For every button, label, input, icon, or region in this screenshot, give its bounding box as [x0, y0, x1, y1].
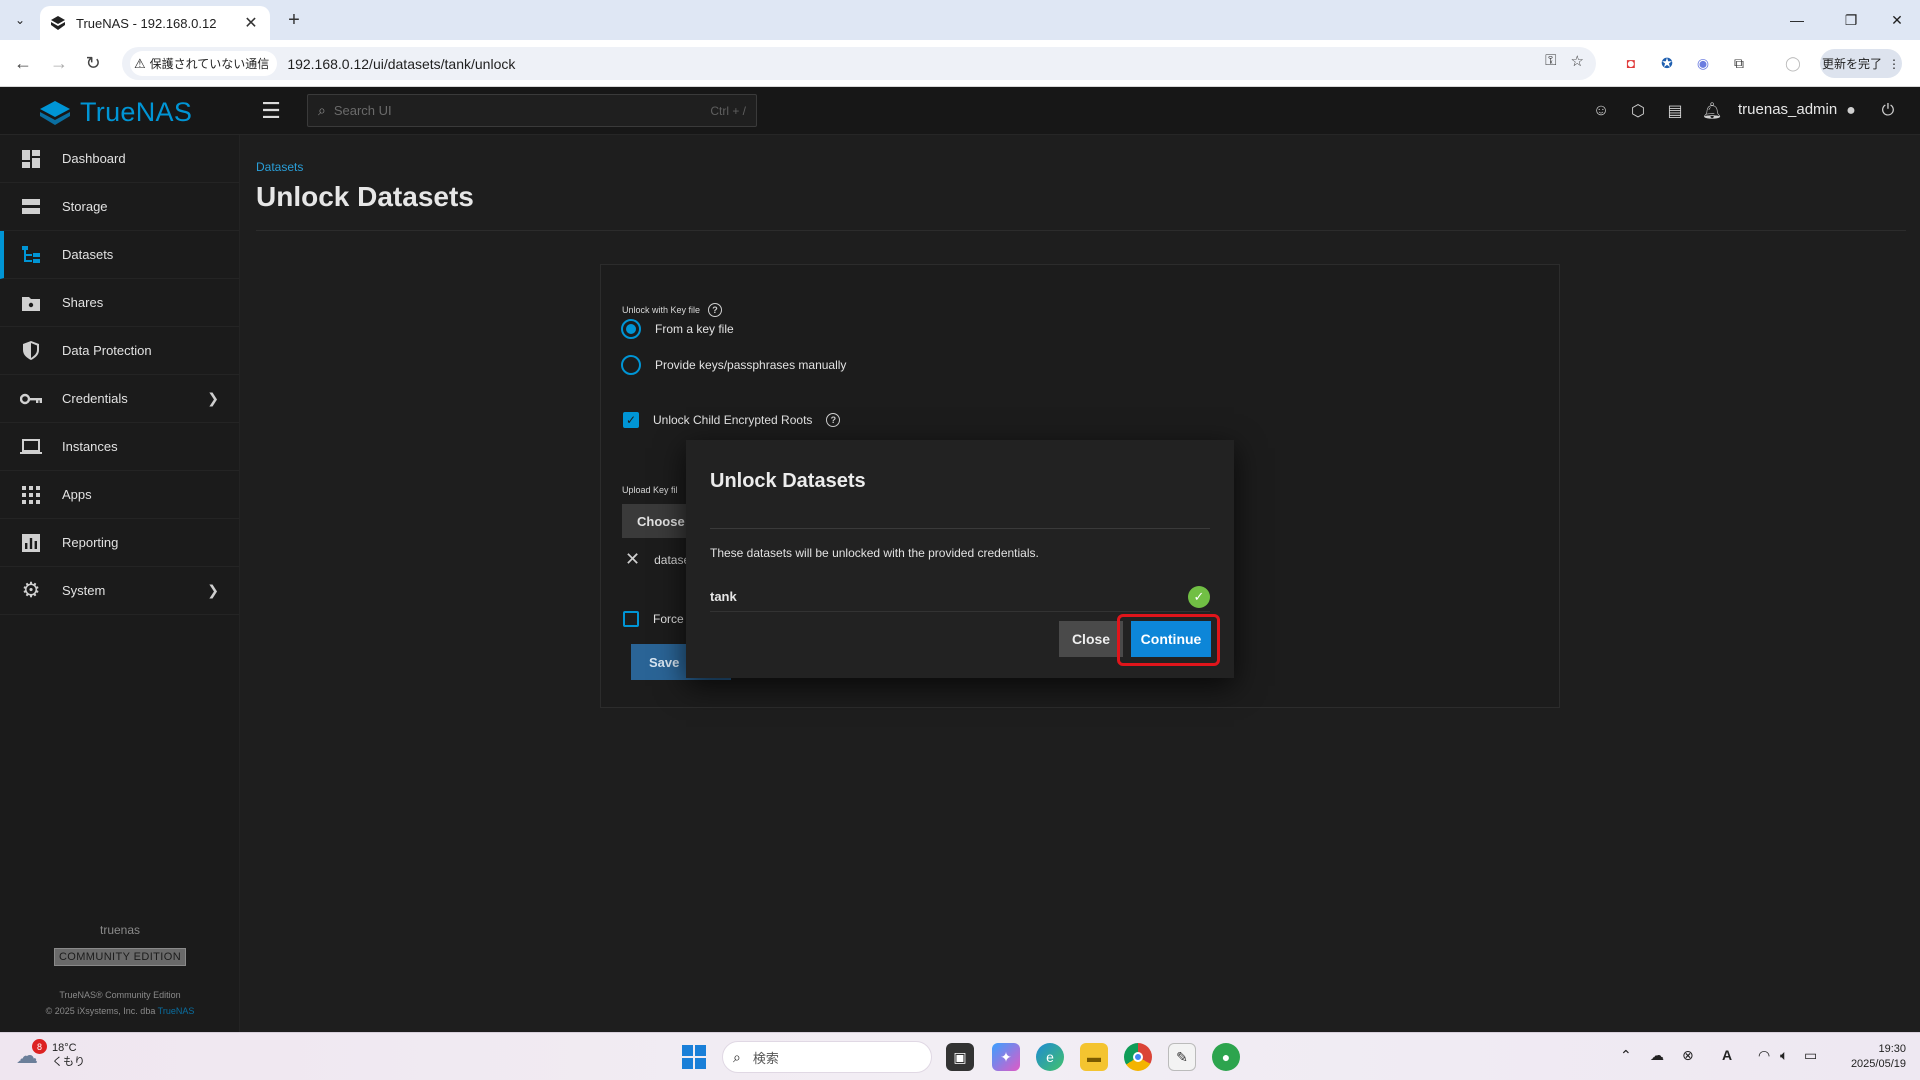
search-icon: ⌕ [733, 1048, 741, 1065]
weather-badge: 8 [32, 1039, 47, 1054]
volume-icon[interactable]: 🔈︎ [1780, 1047, 1788, 1064]
clock-time: 19:30 [1878, 1043, 1906, 1055]
battery-icon[interactable]: ▭ [1804, 1047, 1817, 1064]
dialog-divider [710, 528, 1210, 529]
task-view-icon[interactable]: ▣ [946, 1043, 974, 1071]
continue-button[interactable]: Continue [1131, 621, 1211, 657]
system-clock[interactable]: 19:30 2025/05/19 [1834, 1042, 1906, 1072]
wifi-icon[interactable]: ◠ [1758, 1047, 1770, 1064]
taskbar-search-placeholder: 検索 [752, 1050, 779, 1066]
windows-start-icon[interactable] [682, 1045, 706, 1069]
weather-temp: 18°C [52, 1042, 77, 1054]
dialog-message: These datasets will be unlocked with the… [710, 546, 1039, 560]
edge-browser-icon[interactable]: e [1036, 1043, 1064, 1071]
check-circle-icon: ✓ [1188, 585, 1210, 608]
copilot-icon[interactable]: ✦ [992, 1043, 1020, 1071]
green-app-icon[interactable]: ● [1212, 1043, 1240, 1071]
windows-taskbar: ☁ 8 18°C くもり ⌕ 検索 ▣ ✦ e ▬ ✎ ● ⌃ ☁ ⊗ A ◠ 🔈… [0, 1032, 1920, 1080]
dataset-name: tank [710, 589, 737, 604]
tray-expand-icon[interactable]: ⌃ [1620, 1047, 1632, 1064]
ime-indicator-icon[interactable]: A [1722, 1047, 1732, 1063]
weather-widget[interactable]: ☁ 8 18°C くもり [16, 1039, 85, 1069]
taskbar-search[interactable]: ⌕ 検索 [722, 1041, 932, 1073]
close-button[interactable]: Close [1059, 621, 1123, 657]
dialog-title: Unlock Datasets [710, 470, 866, 492]
cloud-icon: ☁ 8 [16, 1039, 47, 1068]
dataset-row: tank ✓ [710, 582, 1210, 612]
clock-date: 2025/05/19 [1850, 1058, 1906, 1070]
chrome-browser-icon[interactable] [1124, 1043, 1152, 1071]
tray-app-icon[interactable]: ⊗ [1682, 1047, 1694, 1064]
file-explorer-icon[interactable]: ▬ [1080, 1043, 1108, 1071]
weather-desc: くもり [52, 1056, 85, 1068]
onedrive-cloud-icon[interactable]: ☁ [1650, 1047, 1664, 1064]
notepad-icon[interactable]: ✎ [1168, 1043, 1196, 1071]
unlock-confirm-dialog: Unlock Datasets These datasets will be u… [686, 440, 1234, 678]
